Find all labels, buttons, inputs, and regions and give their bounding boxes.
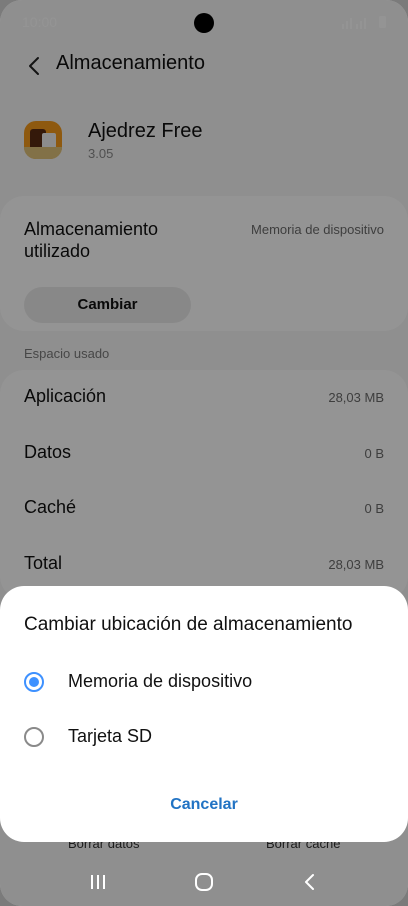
screen: 10:00 Almacenamiento Ajedrez Free 3.05 A… [0,0,408,906]
dialog-title: Cambiar ubicación de almacenamiento [24,614,353,635]
storage-location-dialog: Cambiar ubicación de almacenamiento Memo… [0,586,408,842]
option-sd-card[interactable]: Tarjeta SD [0,713,408,761]
home-icon[interactable] [192,870,216,894]
cancel-button[interactable]: Cancelar [154,786,254,824]
navigation-bar [0,858,408,906]
option-device-memory[interactable]: Memoria de dispositivo [0,658,408,706]
back-icon[interactable] [298,870,322,894]
radio-checked-icon[interactable] [24,672,44,692]
radio-unchecked-icon[interactable] [24,727,44,747]
recent-apps-icon[interactable] [86,870,110,894]
option-label: Tarjeta SD [68,726,153,746]
option-label: Memoria de dispositivo [68,671,253,691]
